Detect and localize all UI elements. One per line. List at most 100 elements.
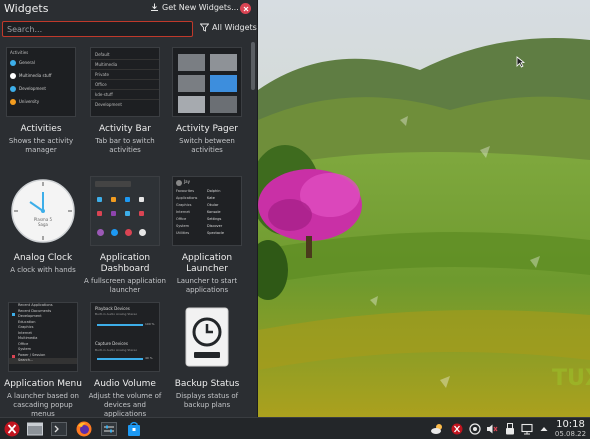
pager-desktop-active: [210, 75, 237, 92]
file-manager-launcher[interactable]: [26, 420, 44, 438]
widget-title: Application Dashboard: [99, 253, 151, 274]
widget-title: Application Launcher: [181, 253, 233, 274]
launcher-app: Kate: [207, 196, 215, 200]
widget-title: Activities: [20, 124, 62, 134]
digital-clock[interactable]: 10:18 05.08.22: [553, 419, 588, 439]
pager-desktop: [178, 75, 205, 92]
app-launcher-button[interactable]: [3, 420, 21, 438]
app-icon: [111, 229, 118, 236]
network-tray-item[interactable]: [521, 422, 533, 435]
terminal-launcher[interactable]: [50, 420, 68, 438]
thumb-playback-slider: [97, 324, 143, 326]
launcher-app: Discover: [207, 224, 223, 228]
widget-card-application-dashboard[interactable]: Application Dashboard A fullscreen appli…: [84, 176, 166, 295]
widgets-panel: Widgets Get New Widgets... All Widgets A…: [0, 0, 258, 417]
thumb-capture-device: Built-in Audio Analog Stereo: [95, 348, 138, 352]
activity-bar-thumbnail: Default Multimedia Private Office kde-st…: [90, 47, 160, 117]
thumb-activity-item: Multimedia stuff: [19, 73, 52, 78]
launcher-category: Office: [176, 217, 187, 221]
power-profile-icon: [469, 422, 481, 435]
scrollbar-handle[interactable]: [251, 42, 255, 90]
widget-card-activity-pager[interactable]: Activity Pager Switch between activities: [166, 47, 248, 155]
app-icon: [139, 229, 146, 236]
analog-clock-icon: Plasma 5 Saga: [11, 179, 75, 243]
application-dashboard-thumbnail: [90, 176, 160, 246]
download-icon: [151, 3, 158, 11]
wallpaper-watermark: TUX: [552, 366, 590, 391]
filter-label: All Widgets: [212, 23, 257, 32]
launcher-category: Applications: [176, 196, 198, 200]
firefox-launcher[interactable]: [75, 420, 93, 438]
app-icon: [125, 197, 130, 202]
widget-title: Activity Bar: [99, 124, 151, 134]
backup-status-thumbnail: [172, 302, 242, 372]
app-icon: [97, 229, 104, 236]
firefox-icon: [76, 421, 92, 437]
widget-card-activity-bar[interactable]: Default Multimedia Private Office kde-st…: [84, 47, 166, 155]
widget-description: Switch between activities: [179, 137, 235, 154]
app-icon: [125, 229, 132, 236]
widget-card-application-launcher[interactable]: Jay Favourites Applications Graphics Int…: [166, 176, 248, 295]
thumb-menu-item: Search...: [9, 358, 77, 364]
launcher-category: Graphics: [176, 203, 192, 207]
menu-bullet-icon: [12, 313, 15, 316]
widget-card-analog-clock[interactable]: Plasma 5 Saga Analog Clock A clock with …: [2, 176, 84, 275]
thumb-capture-heading: Capture Devices: [95, 341, 128, 346]
widget-card-application-menu[interactable]: Recent Applications Recent Documents Dev…: [2, 302, 84, 417]
volume-muted-icon: [487, 424, 498, 433]
media-tray-item[interactable]: [469, 422, 481, 435]
thumb-bar-item: Multimedia: [91, 60, 159, 70]
volume-tray-item[interactable]: [486, 422, 498, 435]
filter-icon: [200, 23, 209, 32]
store-launcher[interactable]: [125, 420, 143, 438]
launcher-app: Okular: [207, 203, 219, 207]
app-icon: [97, 197, 102, 202]
device-tray-item[interactable]: [504, 422, 516, 435]
app-icon: [125, 211, 130, 216]
app-icon: [97, 211, 102, 216]
clock-time: 10:18: [556, 419, 585, 430]
audio-volume-thumbnail: Playback Devices Built-in Audio Analog S…: [90, 302, 160, 372]
widget-card-audio-volume[interactable]: Playback Devices Built-in Audio Analog S…: [84, 302, 166, 417]
tuxedo-control-tray-item[interactable]: [451, 422, 463, 435]
clock-face-line2: Saga: [38, 222, 49, 227]
folder-window-icon: [27, 422, 43, 436]
terminal-icon: [51, 422, 67, 436]
widget-title: Audio Volume: [94, 379, 156, 389]
tuxedo-logo-icon: [4, 421, 20, 437]
settings-sliders-icon: [101, 422, 117, 436]
thumb-playback-device: Built-in Audio Analog Stereo: [95, 312, 138, 316]
chevron-up-icon: [540, 426, 548, 431]
settings-launcher[interactable]: [100, 420, 118, 438]
widget-description: Adjust the volume of devices and applica…: [88, 392, 162, 417]
panel-title: Widgets: [4, 2, 49, 15]
launcher-user: Jay: [184, 179, 190, 184]
launcher-category: Utilities: [176, 231, 190, 235]
get-new-widgets-button[interactable]: Get New Widgets...: [150, 3, 239, 12]
widget-title: Backup Status: [174, 379, 240, 389]
pager-desktop: [178, 54, 205, 71]
widget-description: A fullscreen application launcher: [84, 277, 166, 294]
widget-description: Displays status of backup plans: [175, 392, 239, 409]
launcher-apps: Dolphin Kate Okular Konsole Settings Dis…: [207, 189, 241, 238]
weather-cloud-sun-icon: [431, 423, 442, 434]
thumb-activity-item: University: [19, 99, 40, 104]
pager-desktop: [178, 96, 205, 113]
get-new-widgets-label: Get New Widgets...: [162, 3, 239, 12]
thumb-activity-item: Development: [19, 86, 46, 91]
thumb-bar-item: kde-stuff: [91, 90, 159, 100]
search-input[interactable]: [2, 21, 193, 37]
weather-tray-item[interactable]: [430, 422, 444, 435]
app-icon: [111, 211, 116, 216]
widget-card-activities[interactable]: Activities General Multimedia stuff Deve…: [0, 47, 82, 155]
panel-header: Widgets Get New Widgets...: [0, 0, 257, 20]
close-button[interactable]: [240, 3, 251, 14]
launcher-app: Dolphin: [207, 189, 221, 193]
launcher-category: Internet: [176, 210, 190, 214]
thumb-bar-item: Default: [91, 50, 159, 60]
widget-card-backup-status[interactable]: Backup Status Displays status of backup …: [166, 302, 248, 410]
widget-description: A clock with hands: [10, 266, 76, 274]
tray-expander[interactable]: [538, 422, 550, 435]
filter-dropdown[interactable]: All Widgets: [200, 23, 257, 32]
launcher-category: Favourites: [176, 189, 195, 193]
